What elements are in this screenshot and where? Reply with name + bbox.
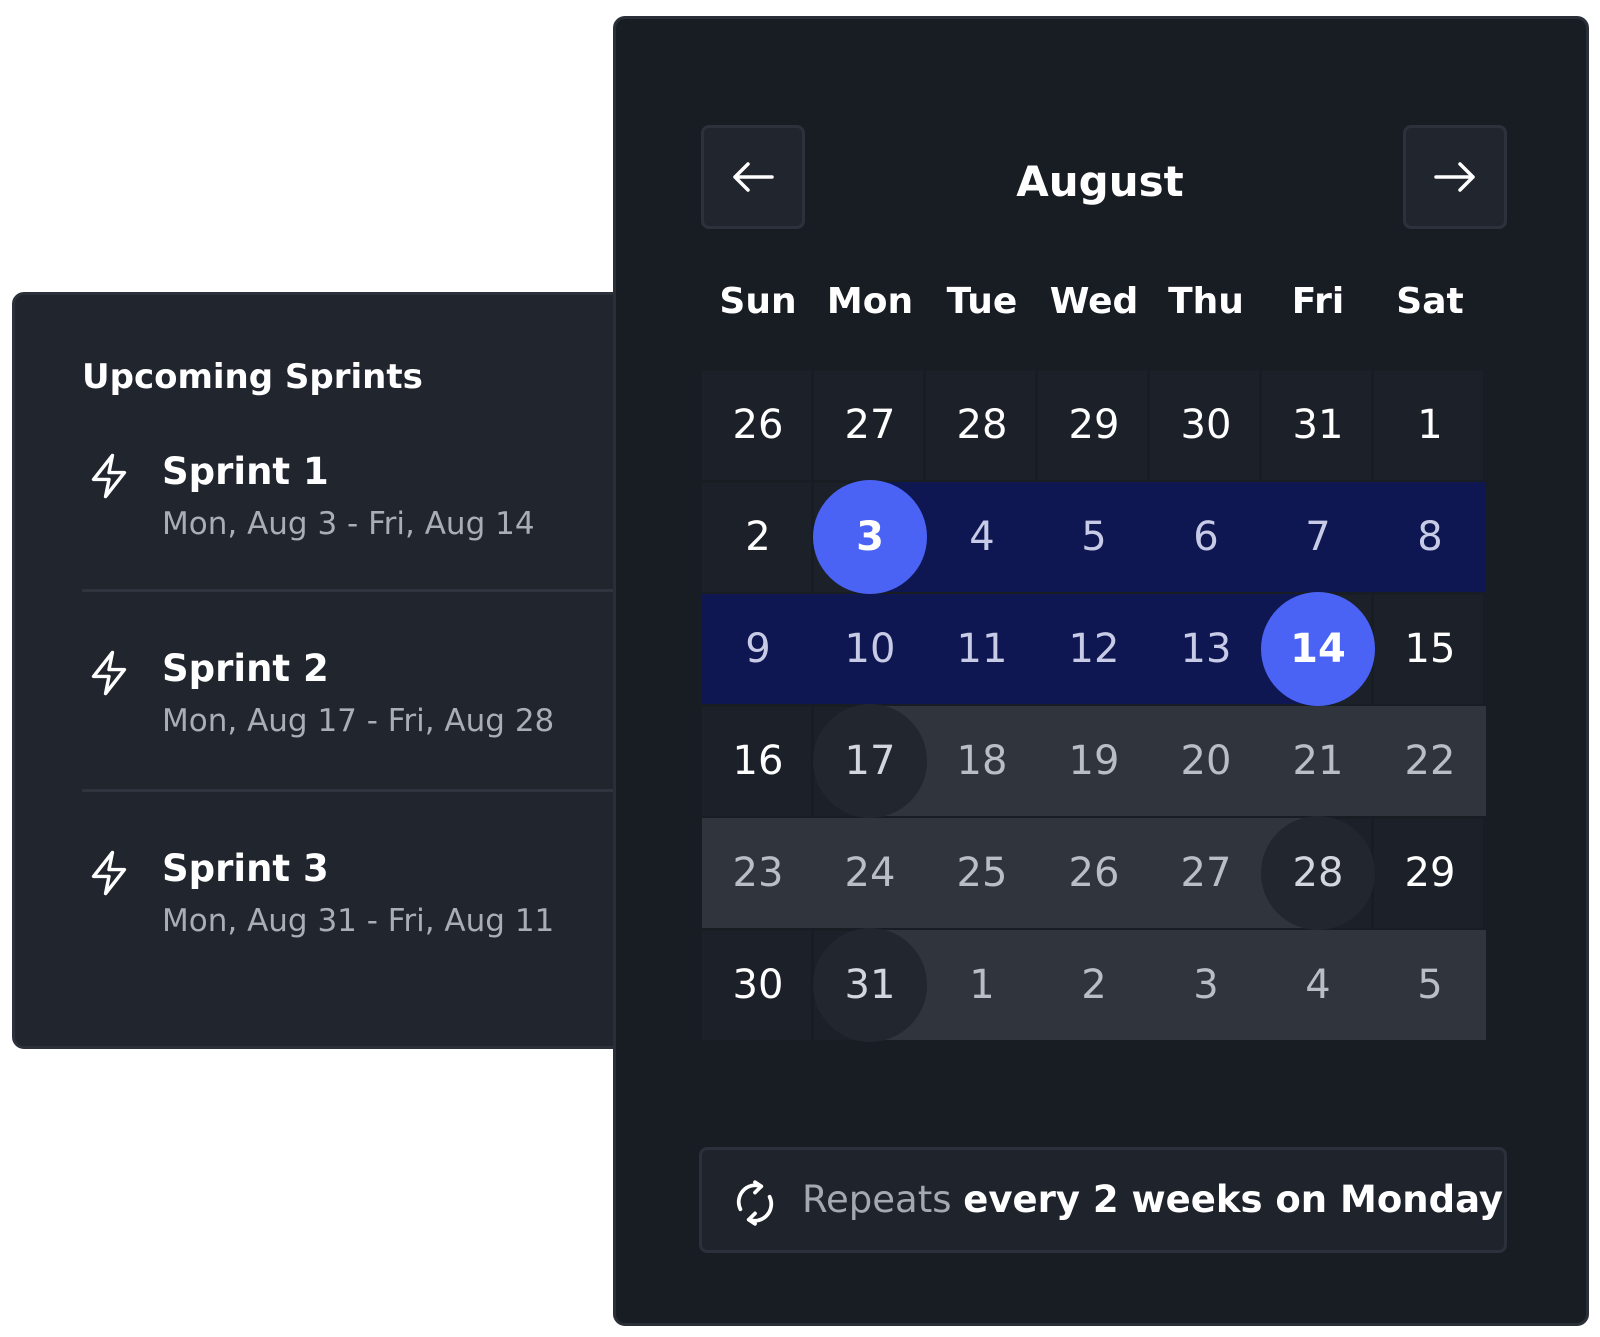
weekday-wed: Wed xyxy=(1049,281,1139,322)
repeat-icon xyxy=(736,1180,774,1226)
day-cell[interactable]: 27 xyxy=(1150,817,1262,929)
day-cell[interactable]: 22 xyxy=(1374,705,1486,817)
sprint-name: Sprint 1 xyxy=(162,450,329,493)
day-cell[interactable]: 2 xyxy=(1038,929,1150,1041)
weekday-thu: Thu xyxy=(1168,281,1244,322)
day-cell[interactable]: 2 xyxy=(702,481,814,593)
lightning-icon xyxy=(91,650,127,696)
day-grid: 26 27 28 29 30 31 1 2 3 4 5 6 7 8 9 10 11 12 13 14 15 16 17 18 1… xyxy=(702,369,1506,1059)
day-cell[interactable]: 7 xyxy=(1262,481,1374,593)
divider xyxy=(82,589,662,592)
repeat-text: Repeats every 2 weeks on Monday xyxy=(802,1178,1503,1221)
day-cell[interactable]: 15 xyxy=(1374,593,1486,705)
lightning-icon xyxy=(91,850,127,896)
day-cell[interactable]: 19 xyxy=(1038,705,1150,817)
panel-title: Upcoming Sprints xyxy=(82,357,423,397)
sprint-range: Mon, Aug 31 - Fri, Aug 11 xyxy=(162,903,555,939)
lightning-icon xyxy=(91,453,127,499)
day-cell[interactable]: 31 xyxy=(814,929,926,1041)
upcoming-sprints-panel: Upcoming Sprints Sprint 1 Mon, Aug 3 - F… xyxy=(12,292,662,1049)
arrow-right-icon xyxy=(1434,162,1475,192)
day-cell[interactable]: 3 xyxy=(1150,929,1262,1041)
day-cell[interactable]: 4 xyxy=(926,481,1038,593)
sprint-item-3[interactable]: Sprint 3 Mon, Aug 31 - Fri, Aug 11 xyxy=(82,827,662,977)
day-cell[interactable]: 13 xyxy=(1150,593,1262,705)
calendar-panel: August Sun Mon Tue Wed Thu Fri Sat 26 27 28 29 30 3… xyxy=(613,16,1589,1326)
repeat-rule-text: every 2 weeks on Monday xyxy=(963,1178,1504,1221)
day-cell[interactable]: 8 xyxy=(1374,481,1486,593)
weekday-mon: Mon xyxy=(826,281,914,322)
day-cell[interactable]: 17 xyxy=(814,705,926,817)
sprint-name: Sprint 3 xyxy=(162,847,329,890)
month-title: August xyxy=(1016,157,1184,206)
sprint-name: Sprint 2 xyxy=(162,647,329,690)
sprint-range: Mon, Aug 17 - Fri, Aug 28 xyxy=(162,703,555,739)
weekday-header: Sun Mon Tue Wed Thu Fri Sat xyxy=(702,281,1506,341)
sprint-item-1[interactable]: Sprint 1 Mon, Aug 3 - Fri, Aug 14 xyxy=(82,430,662,580)
stage: Upcoming Sprints Sprint 1 Mon, Aug 3 - F… xyxy=(0,0,1600,1337)
weekday-sun: Sun xyxy=(719,281,797,322)
day-cell[interactable]: 24 xyxy=(814,817,926,929)
day-cell[interactable]: 18 xyxy=(926,705,1038,817)
next-month-button[interactable] xyxy=(1403,125,1507,229)
day-cell[interactable]: 1 xyxy=(926,929,1038,1041)
day-cell[interactable]: 23 xyxy=(702,817,814,929)
day-cell[interactable]: 5 xyxy=(1038,481,1150,593)
day-cell[interactable]: 14 xyxy=(1262,593,1374,705)
repeat-prefix: Repeats xyxy=(802,1178,952,1221)
day-cell[interactable]: 9 xyxy=(702,593,814,705)
day-cell[interactable]: 6 xyxy=(1150,481,1262,593)
arrow-left-icon xyxy=(733,162,774,192)
day-cell[interactable]: 30 xyxy=(1150,369,1262,481)
day-cell[interactable]: 16 xyxy=(702,705,814,817)
day-cell[interactable]: 26 xyxy=(702,369,814,481)
sprint-range: Mon, Aug 3 - Fri, Aug 14 xyxy=(162,506,535,542)
day-cell[interactable]: 3 xyxy=(814,481,926,593)
weekday-sat: Sat xyxy=(1396,281,1464,322)
day-cell[interactable]: 12 xyxy=(1038,593,1150,705)
day-cell[interactable]: 29 xyxy=(1038,369,1150,481)
day-cell[interactable]: 1 xyxy=(1374,369,1486,481)
day-cell[interactable]: 30 xyxy=(702,929,814,1041)
day-cell[interactable]: 29 xyxy=(1374,817,1486,929)
weekday-fri: Fri xyxy=(1291,281,1345,322)
day-cell[interactable]: 28 xyxy=(1262,817,1374,929)
weekday-tue: Tue xyxy=(946,281,1018,322)
day-cell[interactable]: 25 xyxy=(926,817,1038,929)
day-cell[interactable]: 31 xyxy=(1262,369,1374,481)
day-cell[interactable]: 27 xyxy=(814,369,926,481)
day-cell[interactable]: 10 xyxy=(814,593,926,705)
previous-month-button[interactable] xyxy=(701,125,805,229)
repeat-rule[interactable]: Repeats every 2 weeks on Monday xyxy=(699,1147,1507,1253)
divider xyxy=(82,789,662,792)
day-cell[interactable]: 21 xyxy=(1262,705,1374,817)
day-cell[interactable]: 4 xyxy=(1262,929,1374,1041)
day-cell[interactable]: 5 xyxy=(1374,929,1486,1041)
day-cell[interactable]: 28 xyxy=(926,369,1038,481)
day-cell[interactable]: 26 xyxy=(1038,817,1150,929)
day-cell[interactable]: 11 xyxy=(926,593,1038,705)
day-cell[interactable]: 20 xyxy=(1150,705,1262,817)
sprint-item-2[interactable]: Sprint 2 Mon, Aug 17 - Fri, Aug 28 xyxy=(82,627,662,777)
